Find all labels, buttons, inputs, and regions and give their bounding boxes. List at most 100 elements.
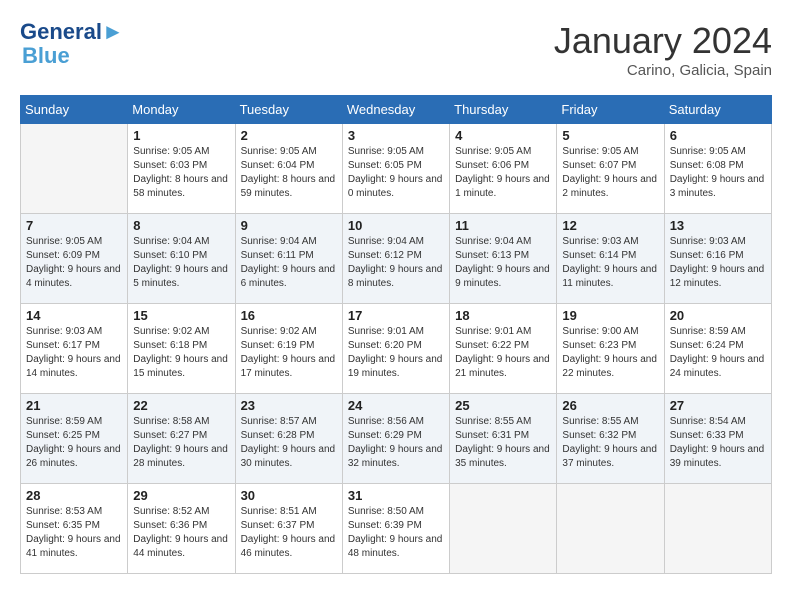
weekday-header: Friday (557, 96, 664, 124)
month-title: January 2024 (554, 20, 772, 62)
day-info: Sunrise: 8:55 AM Sunset: 6:32 PM Dayligh… (562, 415, 658, 471)
day-number: 11 (455, 218, 551, 233)
calendar-cell: 18 Sunrise: 9:01 AM Sunset: 6:22 PM Dayl… (450, 304, 557, 394)
weekday-header: Sunday (21, 96, 128, 124)
calendar-cell: 12 Sunrise: 9:03 AM Sunset: 6:14 PM Dayl… (557, 214, 664, 304)
day-number: 2 (241, 128, 337, 143)
day-number: 25 (455, 398, 551, 413)
day-number: 30 (241, 488, 337, 503)
day-info: Sunrise: 9:00 AM Sunset: 6:23 PM Dayligh… (562, 325, 658, 381)
day-info: Sunrise: 8:55 AM Sunset: 6:31 PM Dayligh… (455, 415, 551, 471)
calendar-week-row: 28 Sunrise: 8:53 AM Sunset: 6:35 PM Dayl… (21, 484, 772, 574)
day-number: 4 (455, 128, 551, 143)
day-number: 10 (348, 218, 444, 233)
calendar-cell: 19 Sunrise: 9:00 AM Sunset: 6:23 PM Dayl… (557, 304, 664, 394)
calendar-cell: 8 Sunrise: 9:04 AM Sunset: 6:10 PM Dayli… (128, 214, 235, 304)
day-info: Sunrise: 9:05 AM Sunset: 6:09 PM Dayligh… (26, 235, 122, 291)
day-number: 9 (241, 218, 337, 233)
day-number: 21 (26, 398, 122, 413)
day-number: 13 (670, 218, 766, 233)
day-info: Sunrise: 8:59 AM Sunset: 6:24 PM Dayligh… (670, 325, 766, 381)
day-info: Sunrise: 9:01 AM Sunset: 6:20 PM Dayligh… (348, 325, 444, 381)
calendar-cell: 28 Sunrise: 8:53 AM Sunset: 6:35 PM Dayl… (21, 484, 128, 574)
day-info: Sunrise: 9:05 AM Sunset: 6:05 PM Dayligh… (348, 145, 444, 201)
day-number: 29 (133, 488, 229, 503)
day-number: 18 (455, 308, 551, 323)
day-info: Sunrise: 9:03 AM Sunset: 6:14 PM Dayligh… (562, 235, 658, 291)
day-info: Sunrise: 9:04 AM Sunset: 6:10 PM Dayligh… (133, 235, 229, 291)
calendar-cell (450, 484, 557, 574)
calendar-cell: 3 Sunrise: 9:05 AM Sunset: 6:05 PM Dayli… (342, 124, 449, 214)
day-info: Sunrise: 9:05 AM Sunset: 6:06 PM Dayligh… (455, 145, 551, 201)
day-info: Sunrise: 9:01 AM Sunset: 6:22 PM Dayligh… (455, 325, 551, 381)
day-info: Sunrise: 9:03 AM Sunset: 6:17 PM Dayligh… (26, 325, 122, 381)
calendar-cell: 25 Sunrise: 8:55 AM Sunset: 6:31 PM Dayl… (450, 394, 557, 484)
calendar-cell: 24 Sunrise: 8:56 AM Sunset: 6:29 PM Dayl… (342, 394, 449, 484)
calendar-cell: 9 Sunrise: 9:04 AM Sunset: 6:11 PM Dayli… (235, 214, 342, 304)
day-info: Sunrise: 8:56 AM Sunset: 6:29 PM Dayligh… (348, 415, 444, 471)
calendar-week-row: 7 Sunrise: 9:05 AM Sunset: 6:09 PM Dayli… (21, 214, 772, 304)
calendar-cell: 15 Sunrise: 9:02 AM Sunset: 6:18 PM Dayl… (128, 304, 235, 394)
calendar-cell: 11 Sunrise: 9:04 AM Sunset: 6:13 PM Dayl… (450, 214, 557, 304)
day-info: Sunrise: 8:50 AM Sunset: 6:39 PM Dayligh… (348, 505, 444, 561)
day-info: Sunrise: 9:04 AM Sunset: 6:11 PM Dayligh… (241, 235, 337, 291)
day-info: Sunrise: 9:02 AM Sunset: 6:19 PM Dayligh… (241, 325, 337, 381)
calendar-cell: 1 Sunrise: 9:05 AM Sunset: 6:03 PM Dayli… (128, 124, 235, 214)
calendar-cell: 6 Sunrise: 9:05 AM Sunset: 6:08 PM Dayli… (664, 124, 771, 214)
calendar-cell: 29 Sunrise: 8:52 AM Sunset: 6:36 PM Dayl… (128, 484, 235, 574)
calendar-cell: 30 Sunrise: 8:51 AM Sunset: 6:37 PM Dayl… (235, 484, 342, 574)
calendar-cell: 4 Sunrise: 9:05 AM Sunset: 6:06 PM Dayli… (450, 124, 557, 214)
day-info: Sunrise: 9:05 AM Sunset: 6:04 PM Dayligh… (241, 145, 337, 201)
day-info: Sunrise: 9:03 AM Sunset: 6:16 PM Dayligh… (670, 235, 766, 291)
calendar-cell: 2 Sunrise: 9:05 AM Sunset: 6:04 PM Dayli… (235, 124, 342, 214)
day-number: 19 (562, 308, 658, 323)
calendar-week-row: 14 Sunrise: 9:03 AM Sunset: 6:17 PM Dayl… (21, 304, 772, 394)
day-number: 3 (348, 128, 444, 143)
calendar-cell: 31 Sunrise: 8:50 AM Sunset: 6:39 PM Dayl… (342, 484, 449, 574)
logo-text: General► (20, 20, 124, 44)
calendar-cell: 10 Sunrise: 9:04 AM Sunset: 6:12 PM Dayl… (342, 214, 449, 304)
day-info: Sunrise: 8:51 AM Sunset: 6:37 PM Dayligh… (241, 505, 337, 561)
day-number: 27 (670, 398, 766, 413)
weekday-header: Tuesday (235, 96, 342, 124)
calendar-cell: 5 Sunrise: 9:05 AM Sunset: 6:07 PM Dayli… (557, 124, 664, 214)
weekday-header: Saturday (664, 96, 771, 124)
calendar-cell: 23 Sunrise: 8:57 AM Sunset: 6:28 PM Dayl… (235, 394, 342, 484)
calendar-cell: 20 Sunrise: 8:59 AM Sunset: 6:24 PM Dayl… (664, 304, 771, 394)
day-info: Sunrise: 8:54 AM Sunset: 6:33 PM Dayligh… (670, 415, 766, 471)
day-number: 5 (562, 128, 658, 143)
calendar-cell: 13 Sunrise: 9:03 AM Sunset: 6:16 PM Dayl… (664, 214, 771, 304)
calendar-cell: 26 Sunrise: 8:55 AM Sunset: 6:32 PM Dayl… (557, 394, 664, 484)
calendar-cell: 27 Sunrise: 8:54 AM Sunset: 6:33 PM Dayl… (664, 394, 771, 484)
calendar-cell: 22 Sunrise: 8:58 AM Sunset: 6:27 PM Dayl… (128, 394, 235, 484)
calendar-cell (664, 484, 771, 574)
day-number: 6 (670, 128, 766, 143)
day-number: 17 (348, 308, 444, 323)
page-header: General► Blue January 2024 Carino, Galic… (20, 20, 772, 79)
day-number: 31 (348, 488, 444, 503)
day-number: 14 (26, 308, 122, 323)
logo: General► Blue (20, 20, 124, 68)
day-number: 7 (26, 218, 122, 233)
day-info: Sunrise: 9:05 AM Sunset: 6:08 PM Dayligh… (670, 145, 766, 201)
day-info: Sunrise: 8:53 AM Sunset: 6:35 PM Dayligh… (26, 505, 122, 561)
logo-blue: Blue (22, 44, 124, 68)
day-info: Sunrise: 9:05 AM Sunset: 6:03 PM Dayligh… (133, 145, 229, 201)
day-info: Sunrise: 9:05 AM Sunset: 6:07 PM Dayligh… (562, 145, 658, 201)
day-info: Sunrise: 8:57 AM Sunset: 6:28 PM Dayligh… (241, 415, 337, 471)
day-number: 22 (133, 398, 229, 413)
calendar-table: SundayMondayTuesdayWednesdayThursdayFrid… (20, 95, 772, 574)
calendar-week-row: 21 Sunrise: 8:59 AM Sunset: 6:25 PM Dayl… (21, 394, 772, 484)
day-number: 23 (241, 398, 337, 413)
day-info: Sunrise: 8:59 AM Sunset: 6:25 PM Dayligh… (26, 415, 122, 471)
weekday-header: Wednesday (342, 96, 449, 124)
day-number: 8 (133, 218, 229, 233)
weekday-header: Thursday (450, 96, 557, 124)
day-info: Sunrise: 9:04 AM Sunset: 6:12 PM Dayligh… (348, 235, 444, 291)
day-info: Sunrise: 8:58 AM Sunset: 6:27 PM Dayligh… (133, 415, 229, 471)
calendar-cell: 7 Sunrise: 9:05 AM Sunset: 6:09 PM Dayli… (21, 214, 128, 304)
day-number: 20 (670, 308, 766, 323)
day-number: 26 (562, 398, 658, 413)
location-subtitle: Carino, Galicia, Spain (554, 62, 772, 79)
day-number: 15 (133, 308, 229, 323)
